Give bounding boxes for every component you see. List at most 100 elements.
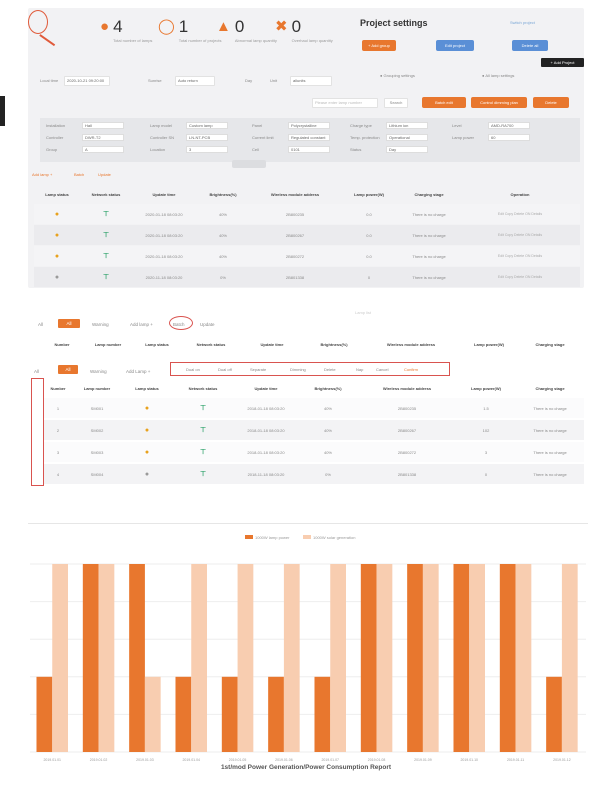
lamp-power: 0.0 xyxy=(366,211,372,217)
update-link[interactable]: Update xyxy=(98,172,111,177)
legend-label: 1000W lamp power xyxy=(255,535,290,540)
action-dual-on-button[interactable]: Dual on xyxy=(186,367,200,372)
row-number: 4 xyxy=(56,471,60,477)
stat-abnormal-lamps: ▲ 0 Abnormal lamp quantity xyxy=(216,18,279,44)
tab-warning[interactable]: Warning xyxy=(92,322,109,327)
row-operations[interactable]: Edit Copy Delete ON Details xyxy=(460,233,580,237)
update-time: 2020-01-18 08:03:20 xyxy=(145,211,183,217)
brightness: 40% xyxy=(218,253,227,259)
add-project-button[interactable]: + Add Project xyxy=(541,58,584,67)
dimming-plan-button[interactable]: Control dimming plan xyxy=(471,97,527,108)
lamp-number: SM001 xyxy=(90,405,104,411)
action-nap-button[interactable]: Nap xyxy=(356,367,363,372)
action-separate-button[interactable]: Separate xyxy=(250,367,266,372)
stat-value: 4 xyxy=(113,17,123,36)
filter-value-field[interactable]: Hall xyxy=(82,122,124,129)
update-time: 2018-11-18 08:03:20 xyxy=(247,471,285,477)
filter-value-field[interactable]: Custom lamp xyxy=(186,122,228,129)
delete-all-button[interactable]: Delete all xyxy=(512,40,548,51)
filter-value-field[interactable]: A xyxy=(82,146,124,153)
bar xyxy=(360,564,377,752)
tab-warning[interactable]: Warning xyxy=(90,369,107,374)
section-caption: Lamp list xyxy=(355,310,372,315)
filter-value-field[interactable]: DWR-T2 xyxy=(82,134,124,141)
action-delete-button[interactable]: Delete xyxy=(324,367,336,372)
charging-stage: There is no charge xyxy=(412,232,446,238)
bar xyxy=(191,564,207,752)
add-group-button[interactable]: + Add group xyxy=(362,40,396,51)
tab-all[interactable]: All xyxy=(58,319,80,328)
filter-value-field[interactable]: AMD-RA700 xyxy=(488,122,530,129)
row-number: 3 xyxy=(56,449,60,455)
tab-all[interactable]: All xyxy=(58,365,78,374)
network-icon: ⊤ xyxy=(199,427,207,434)
tools-icon: ✖ xyxy=(275,18,288,35)
row-operations[interactable]: Edit Copy Delete ON Details xyxy=(460,254,580,258)
charging-stage: There is no charge xyxy=(412,211,446,217)
action-cancel-button[interactable]: Cancel xyxy=(376,367,388,372)
update-link[interactable]: Update xyxy=(200,322,215,327)
search-button[interactable]: Search xyxy=(384,98,408,108)
stat-label: Abnormal lamp quantity xyxy=(234,38,277,43)
bar xyxy=(52,564,68,752)
action-dimming-button[interactable]: Dimming xyxy=(290,367,306,372)
edit-project-button[interactable]: Edit project xyxy=(436,40,474,51)
table3-header: Number Lamp number Lamp status Network s… xyxy=(44,386,584,391)
filter-label: Cell xyxy=(252,147,259,152)
filter-value-field[interactable]: Operational xyxy=(386,134,428,141)
chart-title: 1st/mod Power Generation/Power Consumpti… xyxy=(221,764,392,771)
row-operations[interactable]: Edit Copy Delete ON Details xyxy=(460,212,580,216)
legend-label: 1000W solar generation xyxy=(313,535,355,540)
add-lamp-link[interactable]: Add lamp + xyxy=(130,322,153,327)
batch-link[interactable]: Batch xyxy=(74,172,84,177)
bar xyxy=(407,564,423,752)
search-input[interactable]: Please enter lamp number xyxy=(312,98,378,108)
filter-value-field[interactable]: 0101 xyxy=(288,146,330,153)
lamp-number: SM002 xyxy=(90,427,104,433)
grouping-radio[interactable]: ● Grouping settings xyxy=(380,73,415,78)
col-number: Number xyxy=(54,342,70,347)
add-lamp-link[interactable]: Add lamp + xyxy=(32,172,52,177)
section-divider xyxy=(28,523,588,524)
update-time: 2020-01-18 08:03:20 xyxy=(145,253,183,259)
charging-stage: There is no charge xyxy=(412,274,446,280)
filter-all-label: All xyxy=(34,369,40,374)
brightness: 0% xyxy=(325,471,331,477)
brightness: 40% xyxy=(218,232,227,238)
lamp-status-icon: ● xyxy=(144,470,150,478)
collapse-toggle[interactable] xyxy=(232,160,266,168)
wireless-address: 2B801338 xyxy=(397,471,417,477)
unit-select[interactable]: allunits xyxy=(290,76,332,86)
bar xyxy=(129,564,145,752)
lamp-status-icon: ● xyxy=(54,210,60,218)
filter-label: Location xyxy=(150,147,166,152)
filter-value-field[interactable]: 3 xyxy=(186,146,228,153)
network-icon: ⊤ xyxy=(199,449,207,456)
sunrise-select[interactable]: Auto return xyxy=(175,76,215,86)
legend-swatch xyxy=(303,535,311,539)
filter-value-field[interactable]: Day xyxy=(386,146,428,153)
local-time-field[interactable]: 2020-10-21 09:20:00 xyxy=(64,76,110,86)
bar xyxy=(561,564,578,752)
filter-value-field[interactable]: Lithium ion xyxy=(386,122,428,129)
filter-value-field[interactable]: LN-NT-PCB xyxy=(186,134,228,141)
switch-project-link[interactable]: Switch project xyxy=(510,20,535,25)
bar xyxy=(453,564,470,752)
filter-value-field[interactable]: Regulated constant xyxy=(288,134,330,141)
add-lamp-link[interactable]: Add Lamp + xyxy=(126,369,150,374)
filter-value-field[interactable]: 60 xyxy=(488,134,530,141)
stat-total-lamps: ● 4 Total number of lamps xyxy=(100,17,157,44)
bar xyxy=(82,564,99,752)
bar xyxy=(175,676,192,752)
batch-link[interactable]: Batch xyxy=(173,322,185,327)
action-confirm-button[interactable]: Confirm xyxy=(404,367,418,372)
all-lamp-radio[interactable]: ● All lamp settings xyxy=(482,73,514,78)
delete-button[interactable]: Delete xyxy=(533,97,569,108)
row-operations[interactable]: Edit Copy Delete ON Details xyxy=(460,275,580,279)
filter-value-field[interactable]: Polycrystalline xyxy=(288,122,330,129)
table-row: ● ⊤ 2020-01-18 08:03:20 40% 2B800272 0.0 There… xyxy=(34,246,580,266)
action-dual-off-button[interactable]: Dual off xyxy=(218,367,232,372)
wireless-address: 2B800267 xyxy=(397,427,417,433)
batch-edit-button[interactable]: Batch edit xyxy=(422,97,466,108)
bar xyxy=(268,676,284,752)
